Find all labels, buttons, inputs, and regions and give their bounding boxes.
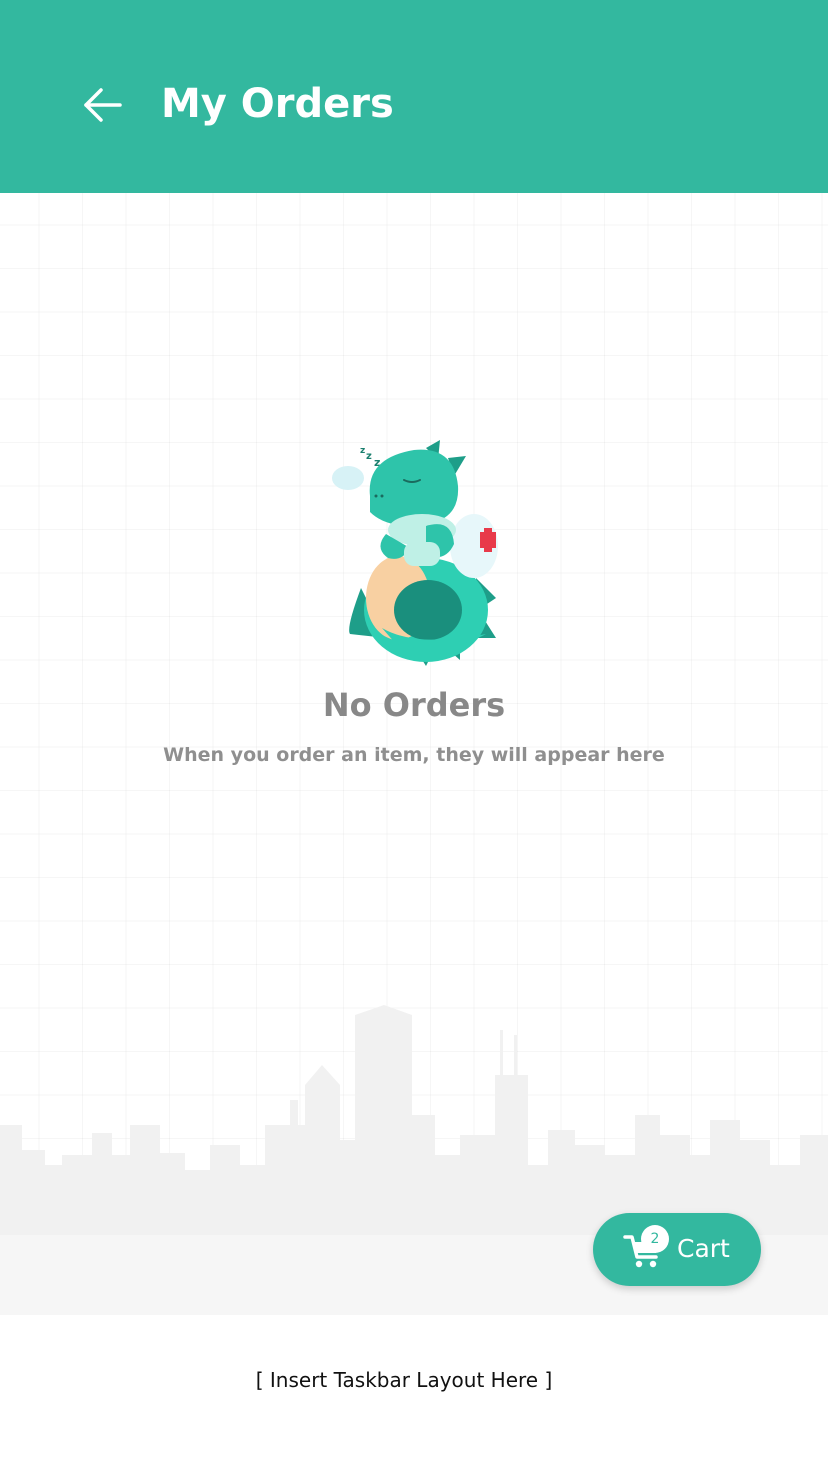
cart-label: Cart [677, 1234, 730, 1263]
back-button[interactable] [80, 82, 126, 128]
app-header: My Orders [0, 0, 828, 193]
main-content: z z z No Orders When you order an item, … [0, 193, 828, 1315]
arrow-left-icon [84, 88, 122, 122]
empty-state-title: No Orders [322, 686, 506, 724]
svg-text:z: z [360, 446, 365, 456]
empty-state-subtitle: When you order an item, they will appear… [163, 744, 665, 766]
page-title: My Orders [161, 81, 394, 127]
cart-count-badge: 2 [641, 1225, 669, 1253]
taskbar-placeholder-text: [ Insert Taskbar Layout Here ] [255, 1368, 553, 1392]
svg-text:z: z [366, 451, 372, 462]
sleeping-dinosaur-illustration: z z z [332, 440, 498, 666]
taskbar-placeholder: [ Insert Taskbar Layout Here ] [0, 1315, 828, 1462]
cart-button[interactable]: 2 Cart [593, 1213, 761, 1286]
